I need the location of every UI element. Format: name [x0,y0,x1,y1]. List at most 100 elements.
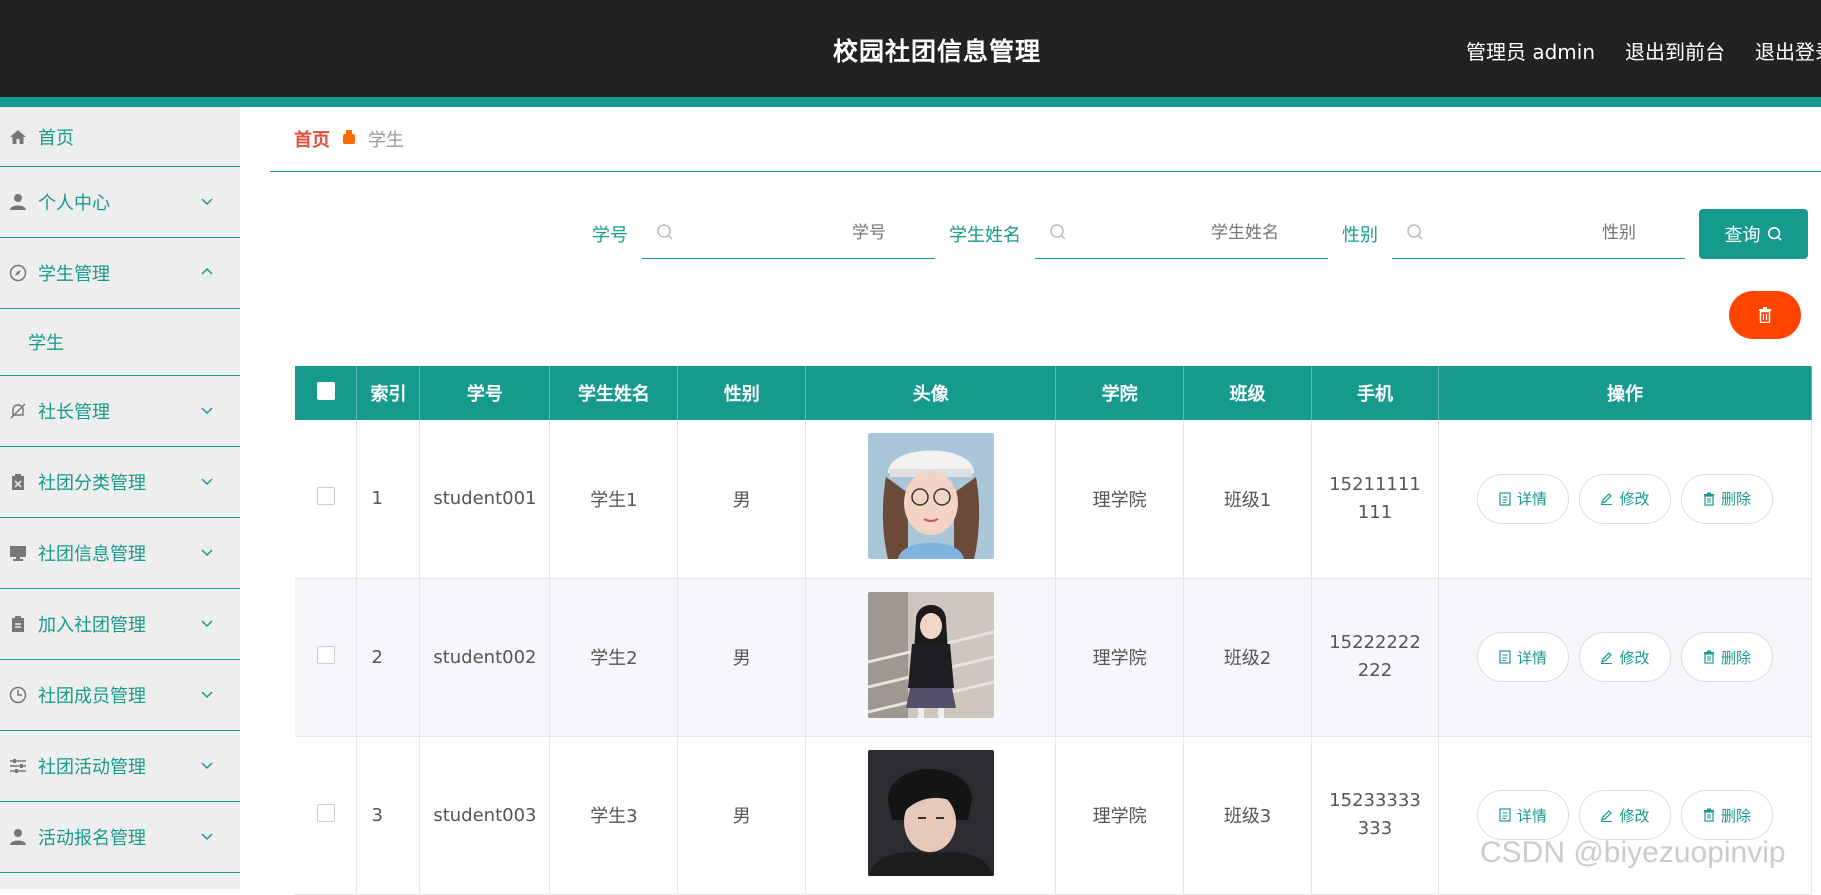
edit-label: 修改 [1619,806,1650,825]
edit-icon [1601,493,1613,506]
detail-label: 详情 [1516,806,1547,825]
sidebar-item-club-info-mgmt[interactable]: 社团信息管理 [0,518,240,589]
sidebar-item-label: 社长管理 [38,402,110,423]
student-no-field [642,209,935,259]
sidebar-item-label: 首页 [38,127,74,149]
sidebar-item-club-category-mgmt[interactable]: 社团分类管理 [0,447,240,518]
avatar [867,749,994,876]
student-name-input[interactable] [1075,209,1315,257]
student-no-cell: student002 [419,578,551,737]
sidebar-item-student-mgmt[interactable]: 学生管理 [0,238,240,309]
breadcrumb-home[interactable]: 首页 [294,126,330,152]
search-icon [1767,226,1782,241]
row-select-cell [295,736,358,895]
sidebar-item-join-club-mgmt[interactable]: 加入社团管理 [0,589,240,660]
phone-cell: 15222222222 [1311,578,1439,737]
delete-button[interactable]: 删除 [1680,632,1773,682]
student-name-label: 学生姓名 [949,225,1021,246]
trash-icon [1703,808,1714,822]
search-icon [1407,224,1423,240]
sidebar: 首页 个人中心 学生管理 学生 社长管理 社团分类管理 社团信息管理 加入社团管… [0,107,240,889]
detail-button[interactable]: 详情 [1476,790,1569,840]
column-header: 学院 [1055,366,1185,420]
table-header-row: 索引 学号 学生姓名 性别 头像 学院 班级 手机 操作 [295,366,1813,420]
edit-label: 修改 [1619,648,1650,667]
class-cell: 班级3 [1183,736,1312,895]
avatar [867,591,994,718]
name-cell: 学生3 [549,736,679,895]
select-all-cell [295,366,358,420]
edit-icon [1601,809,1613,822]
student-name-field [1035,209,1328,259]
sidebar-item-club-member-mgmt[interactable]: 社团成员管理 [0,660,240,731]
back-to-front-link[interactable]: 退出到前台 [1625,36,1725,65]
edit-button[interactable]: 修改 [1578,632,1671,682]
main-content: 学号 学生姓名 性别 查询 索引 学号 学生姓名 [270,185,1821,895]
detail-label: 详情 [1516,490,1547,509]
logout-link[interactable]: 退出登录 [1755,36,1821,65]
column-header: 操作 [1438,366,1813,420]
gender-cell: 男 [677,578,807,737]
row-checkbox[interactable] [316,645,335,664]
chevron-down-icon [200,403,214,417]
clipboard-list-icon [8,614,28,634]
actions-cell: 详情 修改 删除 [1438,420,1813,579]
batch-delete-button[interactable] [1729,291,1801,339]
sidebar-subitem-student[interactable]: 学生 [0,309,240,376]
bell-off-icon [8,401,28,421]
edit-button[interactable]: 修改 [1578,790,1671,840]
column-header: 学生姓名 [549,366,679,420]
name-cell: 学生2 [549,578,679,737]
avatar-cell [805,420,1057,579]
user-icon [8,827,28,847]
column-header: 性别 [677,366,807,420]
delete-button[interactable]: 删除 [1680,790,1773,840]
query-button-label: 查询 [1724,225,1761,246]
index-cell: 2 [356,578,421,737]
row-select-cell [295,420,358,579]
chevron-down-icon [200,194,214,208]
admin-label[interactable]: 管理员 admin [1466,36,1595,65]
class-cell: 班级1 [1183,420,1312,579]
sidebar-item-label: 社团成员管理 [38,686,146,707]
gender-field [1392,209,1685,259]
select-all-checkbox[interactable] [316,381,335,400]
row-checkbox[interactable] [316,487,335,506]
document-icon [1499,808,1511,822]
detail-button[interactable]: 详情 [1476,473,1569,524]
sidebar-item-label: 活动报名管理 [38,828,146,849]
row-checkbox[interactable] [316,803,335,822]
student-no-input[interactable] [682,209,922,257]
index-cell: 3 [356,736,421,895]
gender-cell: 男 [677,420,807,579]
edit-button[interactable]: 修改 [1578,473,1671,524]
table-row: 3 student003 学生3 男 理学院 班级3 15233333333 详… [295,736,1813,895]
avatar [867,433,994,560]
student-no-cell: student001 [419,420,551,579]
sidebar-item-president-mgmt[interactable]: 社长管理 [0,376,240,447]
sidebar-item-label: 社团活动管理 [38,757,146,778]
sidebar-item-profile[interactable]: 个人中心 [0,167,240,238]
delete-label: 删除 [1720,806,1751,825]
sidebar-item-home[interactable]: 首页 [0,107,240,167]
breadcrumb-separator-icon [342,129,356,149]
chevron-up-icon [200,265,214,279]
column-header: 班级 [1183,366,1312,420]
edit-icon [1601,651,1613,664]
sidebar-item-label: 社团分类管理 [38,473,146,494]
avatar-cell [805,578,1057,737]
sidebar-item-club-activity-mgmt[interactable]: 社团活动管理 [0,731,240,802]
delete-button[interactable]: 删除 [1680,473,1773,524]
phone-cell: 15211111111 [1311,420,1439,579]
detail-label: 详情 [1516,648,1547,667]
chevron-down-icon [200,758,214,772]
sidebar-item-label: 个人中心 [38,193,110,214]
header-accent-bar [0,97,1821,107]
sidebar-item-activity-signup-mgmt[interactable]: 活动报名管理 [0,802,240,873]
query-button[interactable]: 查询 [1699,209,1808,259]
breadcrumb: 首页 学生 [270,107,1821,172]
search-icon [657,224,673,240]
detail-button[interactable]: 详情 [1476,632,1569,682]
gender-input[interactable] [1432,209,1672,257]
actions-cell: 详情 修改 删除 [1438,736,1813,895]
